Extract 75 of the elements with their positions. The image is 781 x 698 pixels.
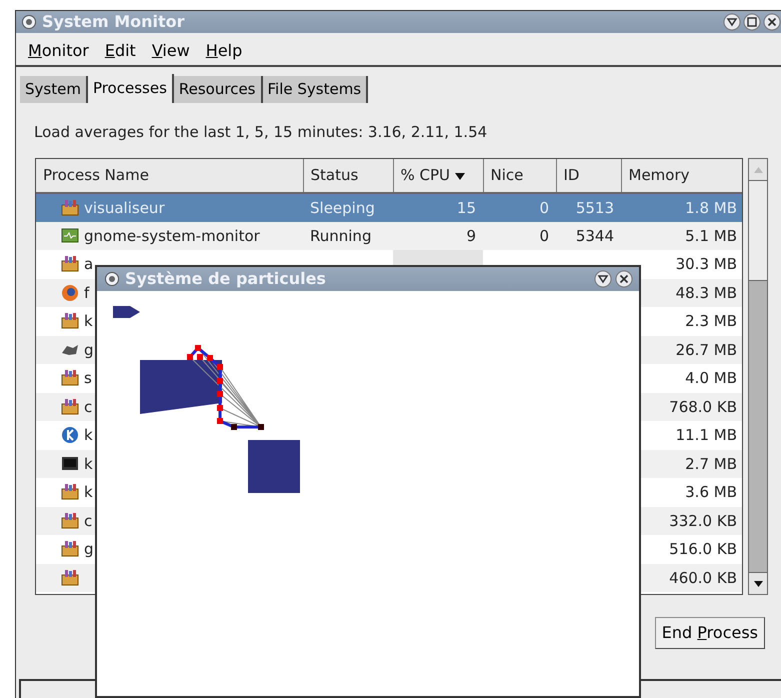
globe-icon [61,284,79,300]
load-averages-text: Load averages for the last 1, 5, 15 minutes: 3.16, 2.11, 1.54 [34,123,488,141]
table-cell: 48.3 MB [676,284,737,302]
table-cell: k [84,483,93,501]
package-icon [61,512,79,528]
close-icon[interactable] [763,13,781,31]
scrollbar-thumb[interactable] [749,181,767,281]
package-icon [61,312,79,329]
menu-item[interactable]: Help [206,39,242,62]
table-cell: 0 [539,198,549,216]
close-icon[interactable] [615,270,633,288]
table-cell: k [84,312,93,330]
column-header[interactable]: Status [303,159,393,193]
package-icon [61,483,79,500]
table-cell: 5513 [576,198,614,216]
table-cell: s [84,369,92,387]
table-cell: 2.7 MB [685,454,737,472]
package-icon [61,568,79,586]
scroll-down-icon[interactable] [754,580,762,586]
table-cell: 9 [466,226,476,244]
table-cell: 4.0 MB [685,369,737,387]
table-cell: 30.3 MB [676,255,737,273]
package-icon [61,540,79,557]
tab[interactable]: Resources [174,76,262,103]
table-cell: k [84,426,93,444]
menu-item[interactable]: Edit [104,39,136,62]
table-cell: k [84,454,93,472]
table-cell: 26.7 MB [676,340,737,358]
table-cell: 768.0 KB [669,398,737,416]
monitor-icon [61,226,79,244]
table-cell: 15 [456,198,476,216]
table-cell: a [84,255,94,273]
minimize-icon[interactable] [723,13,741,31]
end-process-button[interactable]: End Process [654,617,765,649]
app-icon [22,15,36,29]
column-header[interactable]: ID [556,159,621,193]
table-cell: 460.0 KB [669,568,737,586]
column-header[interactable]: Memory [621,159,742,193]
table-cell: f [84,284,90,302]
terminal-icon [61,454,79,472]
table-cell: 5344 [576,226,614,244]
table-cell: visualiseur [84,198,165,216]
tab[interactable]: File Systems [262,76,368,103]
minimize-icon[interactable] [594,270,612,288]
table-cell: Running [310,226,372,244]
window-title: System Monitor [42,11,185,33]
table-cell: gnome-system-monitor [84,226,260,244]
table-cell: 2.3 MB [685,312,737,330]
package-icon [61,369,79,386]
table-cell: g [84,540,94,558]
column-header[interactable]: Nice [483,159,556,193]
table-cell: 3.6 MB [685,483,737,501]
k-badge-icon [61,426,79,443]
table-cell: c [84,512,92,530]
menu-item[interactable]: View [152,39,190,62]
dialog-title: Système de particules [125,268,326,290]
table-cell: 0 [539,226,549,244]
table-cell: g [84,340,94,358]
maximize-icon[interactable] [743,13,761,31]
table-cell: 11.1 MB [676,426,737,444]
column-header[interactable]: % CPU [393,159,483,193]
package-icon [61,398,79,414]
table-cell: 516.0 KB [669,540,737,558]
package-icon [61,198,79,216]
table-cell: 1.8 MB [685,198,737,216]
table-cell: 5.1 MB [685,226,737,244]
table-cell: c [84,398,92,416]
table-cell: Sleeping [310,198,375,216]
package-icon [61,255,79,272]
table-cell: 332.0 KB [669,512,737,530]
scrollbar[interactable] [748,158,768,595]
column-header[interactable]: Process Name [36,159,303,193]
tab[interactable]: System [20,76,88,103]
menu-item[interactable]: Monitor [28,39,89,62]
app-icon [105,272,119,286]
